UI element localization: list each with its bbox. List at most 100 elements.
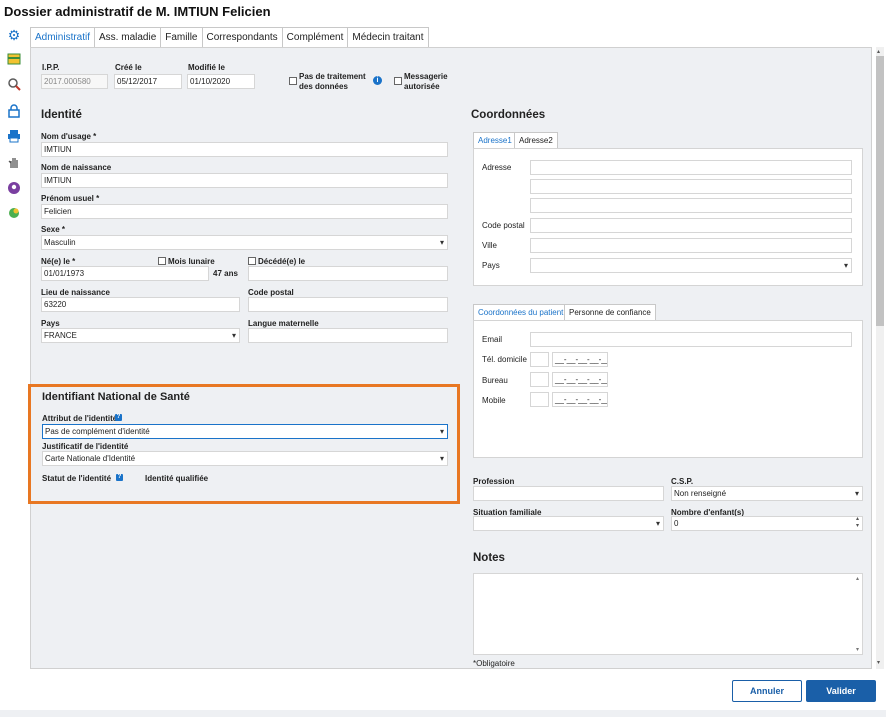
profession-input[interactable] <box>473 486 664 501</box>
tab-coordonnees-patient[interactable]: Coordonnées du patient <box>473 304 569 320</box>
langue-input[interactable] <box>248 328 448 343</box>
stepper-icon[interactable]: ▴ ▾ <box>856 516 859 530</box>
gear-icon[interactable]: ⚙ <box>6 27 22 43</box>
modifie-label: Modifié le <box>188 63 225 72</box>
sexe-select[interactable]: Masculin <box>41 235 448 250</box>
notes-title: Notes <box>473 552 505 564</box>
pays-select[interactable]: FRANCE <box>41 328 240 343</box>
messagerie-checkbox[interactable] <box>394 77 402 85</box>
avatar-icon[interactable] <box>6 181 22 197</box>
help-icon[interactable]: ? <box>115 414 122 421</box>
printer-icon[interactable] <box>6 129 22 145</box>
profession-label: Profession <box>473 477 515 486</box>
pays-label: Pays <box>41 319 60 328</box>
ville-label: Ville <box>482 241 497 250</box>
mobile-label: Mobile <box>482 396 506 405</box>
scrollbar-thumb[interactable] <box>876 56 884 326</box>
scroll-up-icon[interactable]: ▴ <box>877 48 880 55</box>
situation-select[interactable] <box>473 516 664 531</box>
lieu-label: Lieu de naissance <box>41 288 110 297</box>
pas-traitement-label: Pas de traitement des données <box>299 72 366 91</box>
nom-usage-input[interactable]: IMTIUN <box>41 142 448 157</box>
notes-scroll-up-icon[interactable]: ▴ <box>856 575 859 582</box>
lieu-input[interactable]: 63220 <box>41 297 240 312</box>
ipp-label: I.P.P. <box>42 63 60 72</box>
notes-scroll-down-icon[interactable]: ▾ <box>856 646 859 653</box>
ville-input[interactable] <box>530 238 852 253</box>
nom-naissance-label: Nom de naissance <box>41 163 112 172</box>
email-label: Email <box>482 335 503 344</box>
coordonnees-title: Coordonnées <box>471 109 546 121</box>
prenom-label: Prénom usuel * <box>41 194 100 203</box>
cancel-button[interactable]: Annuler <box>732 680 802 702</box>
cree-input[interactable]: 05/12/2017 <box>114 74 182 89</box>
adresse-line1-input[interactable] <box>530 160 852 175</box>
mobile-input[interactable]: __-__-__-__-__ <box>552 392 608 407</box>
bureau-prefix-input[interactable] <box>530 372 549 387</box>
enfants-input[interactable]: 0 <box>671 516 863 531</box>
cp-input[interactable] <box>530 218 852 233</box>
cp-input[interactable] <box>248 297 448 312</box>
tab-ass-maladie[interactable]: Ass. maladie <box>94 27 162 47</box>
attribut-label: Attribut de l'identité <box>42 414 118 423</box>
mobile-prefix-input[interactable] <box>530 392 549 407</box>
scroll-down-icon[interactable]: ▾ <box>877 659 880 666</box>
statut-label: Statut de l'identité <box>42 474 112 483</box>
card-icon[interactable] <box>6 52 22 68</box>
adresse-line2-input[interactable] <box>530 179 852 194</box>
window-title: Dossier administratif de M. IMTIUN Felic… <box>4 4 271 19</box>
csp-select[interactable]: Non renseigné <box>671 486 863 501</box>
tab-personne-confiance[interactable]: Personne de confiance <box>564 304 656 320</box>
attribut-select[interactable]: Pas de complément d'identité <box>42 424 448 439</box>
statut-value: Identité qualifiée <box>145 474 209 483</box>
langue-label: Langue maternelle <box>248 319 319 328</box>
decede-input[interactable] <box>248 266 448 281</box>
tab-medecin-traitant[interactable]: Médecin traitant <box>347 27 429 47</box>
justificatif-label: Justificatif de l'identité <box>42 442 129 451</box>
tab-adresse2[interactable]: Adresse2 <box>514 132 558 148</box>
adresse-label: Adresse <box>482 163 512 172</box>
validate-button[interactable]: Valider <box>806 680 876 702</box>
bureau-input[interactable]: __-__-__-__-__ <box>552 372 608 387</box>
footer-bar <box>0 710 886 717</box>
adresse-line3-input[interactable] <box>530 198 852 213</box>
pays-select[interactable] <box>530 258 852 273</box>
ins-title: Identifiant National de Santé <box>42 391 190 403</box>
prenom-input[interactable]: Felicien <box>41 204 448 219</box>
nom-naissance-input[interactable]: IMTIUN <box>41 173 448 188</box>
modifie-input[interactable]: 01/10/2020 <box>187 74 255 89</box>
notes-textarea[interactable] <box>473 573 863 655</box>
age-text: 47 ans <box>213 269 238 278</box>
tab-adresse1[interactable]: Adresse1 <box>473 132 517 148</box>
info-icon[interactable]: i <box>373 76 382 85</box>
pays-label: Pays <box>482 261 500 270</box>
nom-usage-label: Nom d'usage * <box>41 132 97 141</box>
pas-traitement-checkbox[interactable] <box>289 77 297 85</box>
obligatoire-note: *Obligatoire <box>473 659 515 668</box>
tel-prefix-input[interactable] <box>530 352 549 367</box>
ne-input[interactable]: 01/01/1973 <box>41 266 209 281</box>
email-input[interactable] <box>530 332 852 347</box>
tel-label: Tél. domicile <box>482 355 527 364</box>
lock-icon[interactable] <box>6 104 22 120</box>
tab-administratif[interactable]: Administratif <box>30 27 96 47</box>
mois-lunaire-checkbox[interactable] <box>158 257 166 265</box>
tab-famille[interactable]: Famille <box>160 27 203 47</box>
ipp-input[interactable]: 2017.000580 <box>41 74 108 89</box>
csp-label: C.S.P. <box>671 477 694 486</box>
hand-icon[interactable] <box>6 155 22 171</box>
help-icon[interactable]: ? <box>116 474 123 481</box>
decede-checkbox[interactable] <box>248 257 256 265</box>
search-person-icon[interactable] <box>6 77 22 93</box>
mois-lunaire-label: Mois lunaire <box>168 257 215 266</box>
tab-complement[interactable]: Complément <box>281 27 349 47</box>
cree-label: Créé le <box>115 63 142 72</box>
decede-label: Décédé(e) le <box>258 257 306 266</box>
sexe-label: Sexe * <box>41 225 66 234</box>
justificatif-select[interactable]: Carte Nationale d'Identité <box>42 451 448 466</box>
identite-title: Identité <box>41 109 82 121</box>
cp-label: Code postal <box>248 288 294 297</box>
tab-correspondants[interactable]: Correspondants <box>201 27 283 47</box>
leaf-icon[interactable] <box>6 206 22 222</box>
tel-input[interactable]: __-__-__-__-__ <box>552 352 608 367</box>
